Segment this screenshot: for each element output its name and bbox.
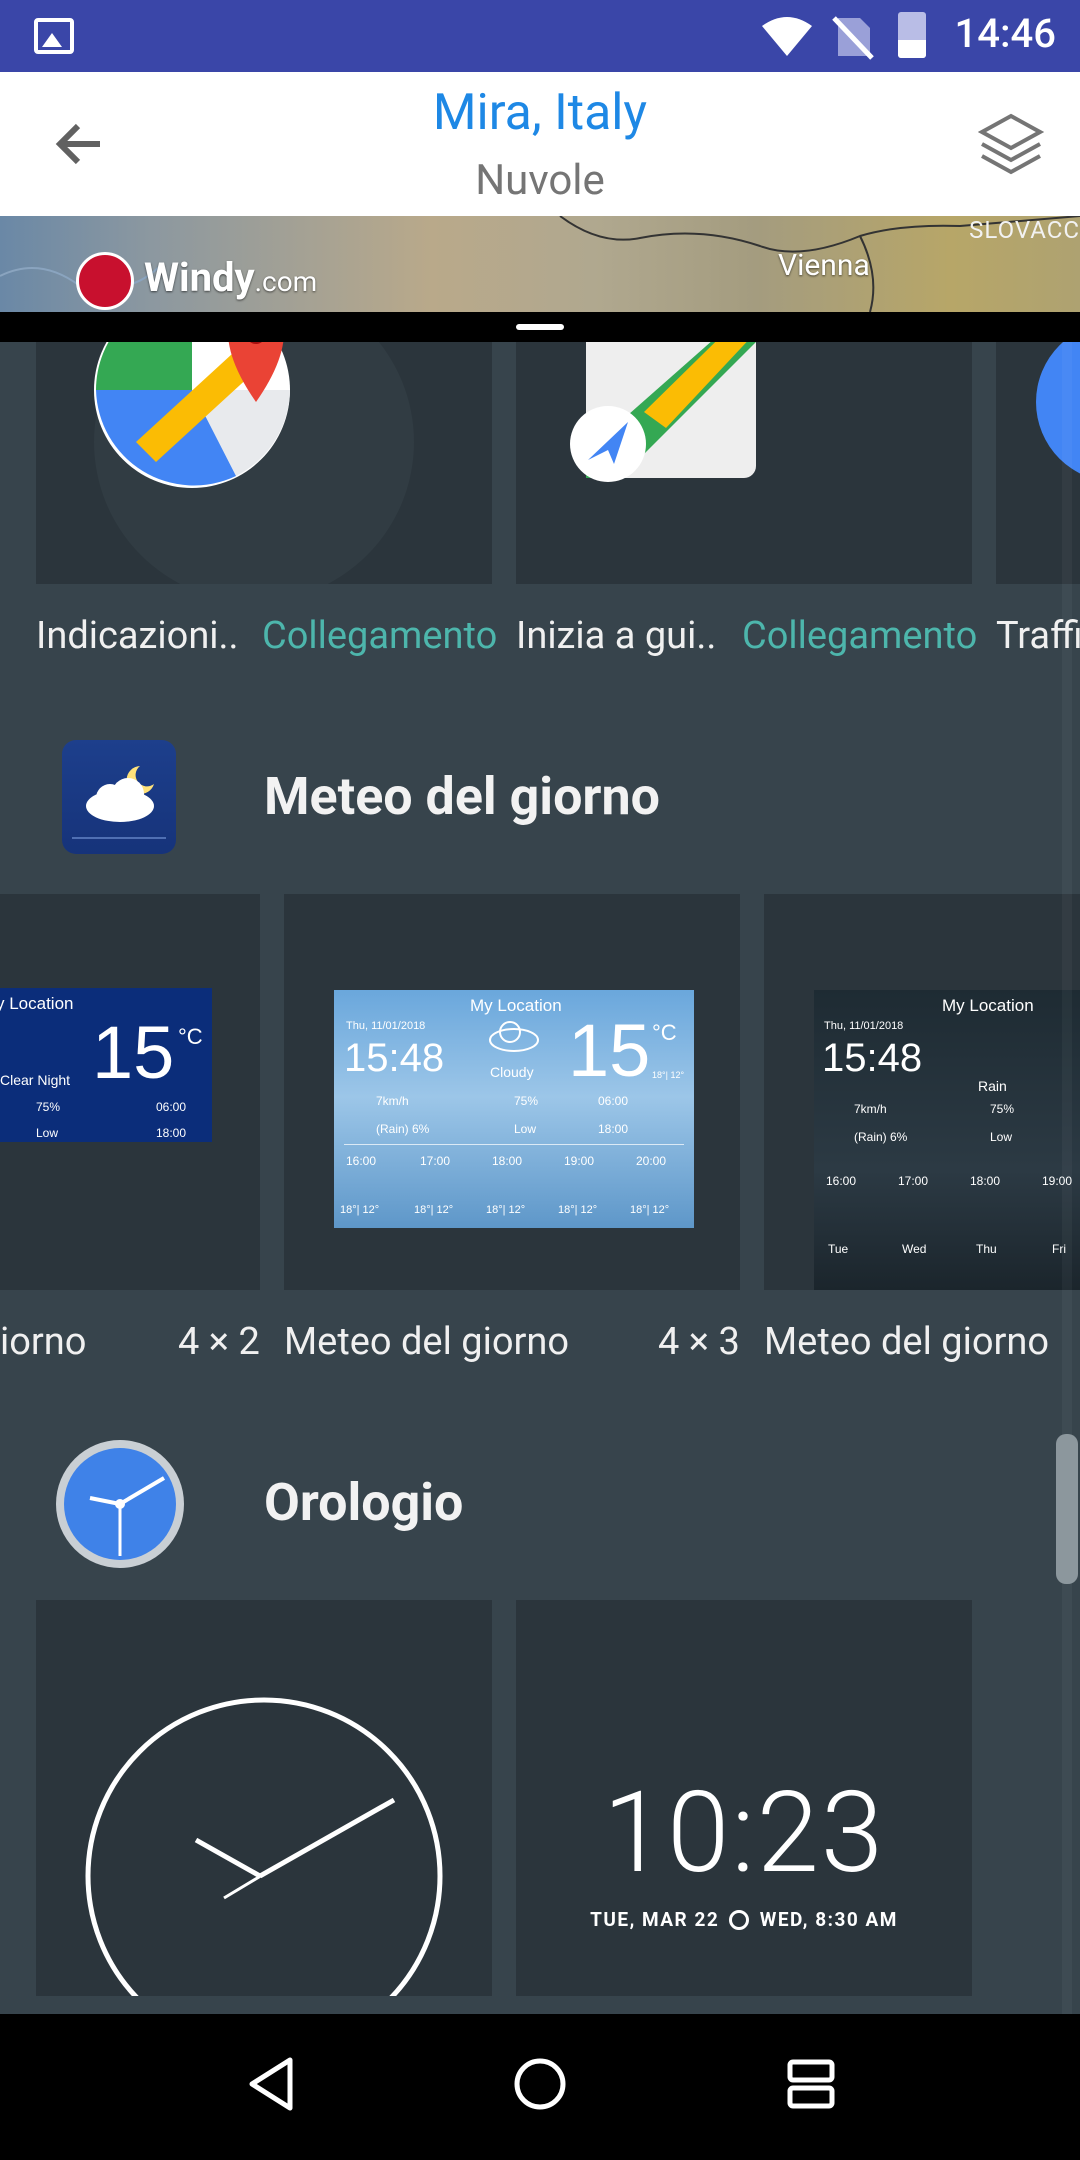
scroll-track xyxy=(1062,342,1072,2014)
map-country-label: SLOVACC xyxy=(969,216,1080,244)
back-icon[interactable] xyxy=(246,2056,296,2112)
widget-preview-navigation[interactable] xyxy=(516,342,972,584)
widget-preview-digital-clock[interactable]: 10:23 TUE, MAR 22 WED, 8:30 AM xyxy=(516,1600,972,1996)
weather-preview-cloudy: My Location Thu, 11/01/2018 15:48 Cloudy… xyxy=(334,990,694,1228)
drag-handle-bar[interactable] xyxy=(0,312,1080,342)
image-notification-icon xyxy=(34,18,74,54)
layers-icon[interactable] xyxy=(978,110,1044,176)
maps-pin-icon xyxy=(94,342,414,584)
recent-apps-icon[interactable] xyxy=(786,2056,836,2112)
battery-icon xyxy=(898,12,926,58)
digital-clock-date: TUE, MAR 22 WED, 8:30 AM xyxy=(590,1908,898,1931)
widget-preview-directions[interactable] xyxy=(36,342,492,584)
section-title-weather: Meteo del giorno xyxy=(264,766,660,827)
alarm-icon xyxy=(729,1910,750,1930)
widget-preview-weather-4x3[interactable]: My Location Thu, 11/01/2018 15:48 Rain 7… xyxy=(764,894,1080,1290)
widget-label: Meteo del giorno xyxy=(284,1320,570,1364)
cloud-icon xyxy=(489,1021,539,1052)
weather-preview-night: y Location 15 °C Clear Night 75% 06:00 L… xyxy=(0,988,212,1142)
no-sim-icon xyxy=(832,16,874,60)
wifi-icon xyxy=(762,17,812,56)
map-city-label: Vienna xyxy=(778,248,870,283)
weather-app-icon xyxy=(62,740,176,854)
app-header: Mira, Italy Nuvole xyxy=(0,72,1080,216)
section-title-clock: Orologio xyxy=(264,1472,464,1533)
widget-size-label: 4 × 3 xyxy=(658,1320,740,1364)
windy-map[interactable]: Windy.com Vienna SLOVACC xyxy=(0,216,1080,312)
location-title: Mira, Italy xyxy=(432,84,648,142)
analog-clock xyxy=(85,1697,443,1996)
widget-preview-analog-clock[interactable] xyxy=(36,1600,492,1996)
weather-subtitle: Nuvole xyxy=(475,156,605,205)
weather-preview-rain: My Location Thu, 11/01/2018 15:48 Rain 7… xyxy=(814,990,1080,1290)
scrollbar-thumb[interactable] xyxy=(1056,1434,1078,1584)
home-icon[interactable] xyxy=(512,2056,568,2112)
widget-preview-weather-small[interactable]: y Location 15 °C Clear Night 75% 06:00 L… xyxy=(0,894,260,1290)
windy-logo: Windy.com xyxy=(144,254,318,301)
widget-label: Indicazioni.. xyxy=(36,614,239,658)
widget-label: iorno xyxy=(0,1320,87,1364)
navigation-bar xyxy=(0,2014,1080,2160)
widget-type-label: Collegamento xyxy=(262,614,498,658)
drag-handle[interactable] xyxy=(516,324,564,330)
navigation-icon xyxy=(570,342,756,482)
digital-clock-time: 10:23 xyxy=(602,1768,885,1899)
status-bar: 14:46 xyxy=(0,0,1080,72)
widget-label: Meteo del giorno xyxy=(764,1320,1050,1364)
clock-app-icon xyxy=(56,1440,184,1568)
widget-list[interactable]: Indicazioni.. Collegamento Inizia a gui.… xyxy=(0,342,1080,2014)
status-time: 14:46 xyxy=(954,10,1056,57)
windy-logo-icon xyxy=(76,252,134,310)
widget-label: Inizia a gui.. xyxy=(516,614,717,658)
widget-preview-weather-4x2[interactable]: My Location Thu, 11/01/2018 15:48 Cloudy… xyxy=(284,894,740,1290)
widget-size-label: 4 × 2 xyxy=(178,1320,260,1364)
widget-type-label: Collegamento xyxy=(742,614,978,658)
